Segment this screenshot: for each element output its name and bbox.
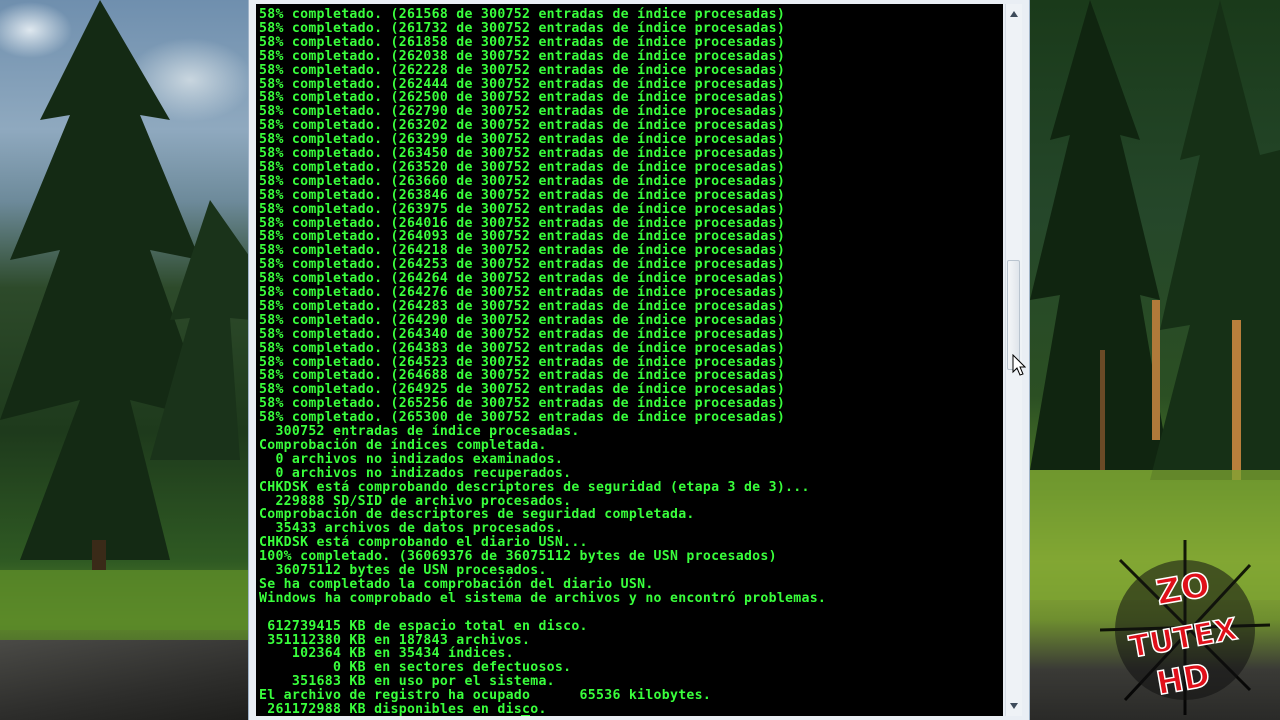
console-line: 58% completado. (264383 de 300752 entrad… xyxy=(259,340,786,356)
scroll-up-button[interactable] xyxy=(1006,6,1022,22)
console-line: 58% completado. (262038 de 300752 entrad… xyxy=(259,48,786,64)
console-line: Se ha completado la comprobación del dia… xyxy=(259,576,654,592)
mouse-pointer-icon xyxy=(1012,354,1026,376)
console-line: 58% completado. (264264 de 300752 entrad… xyxy=(259,271,786,287)
console-line: 58% completado. (263520 de 300752 entrad… xyxy=(259,159,786,175)
console-line: 58% completado. (264290 de 300752 entrad… xyxy=(259,312,786,328)
text-cursor xyxy=(521,715,531,716)
console-line: 261172988 KB disponibles en disco. xyxy=(259,702,547,717)
console-line: 58% completado. (264340 de 300752 entrad… xyxy=(259,326,786,342)
console-line: Comprobación de índices completada. xyxy=(259,437,547,453)
console-line: 58% completado. (265300 de 300752 entrad… xyxy=(259,410,786,426)
console-line: 58% completado. (261732 de 300752 entrad… xyxy=(259,20,786,36)
console-line: 58% completado. (263299 de 300752 entrad… xyxy=(259,132,786,148)
console-line: El archivo de registro ha ocupado 65536 … xyxy=(259,688,712,704)
console-line: 36075112 bytes de USN procesados. xyxy=(259,563,547,578)
pine-trees-left xyxy=(0,0,252,630)
console-line: CHKDSK está comprobando descriptores de … xyxy=(259,479,810,495)
console-output[interactable]: 58% completado. (261568 de 300752 entrad… xyxy=(256,4,1003,716)
console-line: 58% completado. (263846 de 300752 entrad… xyxy=(259,187,786,203)
console-line: 100% completado. (36069376 de 36075112 b… xyxy=(259,549,777,565)
console-line: 58% completado. (264283 de 300752 entrad… xyxy=(259,298,786,314)
console-line: 58% completado. (263450 de 300752 entrad… xyxy=(259,146,786,161)
console-line: 0 archivos no indizados examinados. xyxy=(259,451,564,467)
scroll-down-button[interactable] xyxy=(1006,698,1022,714)
console-line: 58% completado. (263660 de 300752 entrad… xyxy=(259,173,786,189)
console-line: 58% completado. (264276 de 300752 entrad… xyxy=(259,285,786,300)
console-line: 58% completado. (262228 de 300752 entrad… xyxy=(259,62,786,78)
arrow-up-icon xyxy=(1010,11,1018,17)
command-prompt-window[interactable]: 58% completado. (261568 de 300752 entrad… xyxy=(248,0,1030,720)
arrow-down-icon xyxy=(1010,703,1018,709)
console-line: Windows ha comprobado el sistema de arch… xyxy=(259,590,827,606)
console-line: 102364 KB en 35434 índices. xyxy=(259,646,514,662)
console-line: 58% completado. (263975 de 300752 entrad… xyxy=(259,201,786,217)
console-line: 300752 entradas de índice procesadas. xyxy=(259,424,580,439)
console-line: 0 archivos no indizados recuperados. xyxy=(259,465,572,481)
console-line: 58% completado. (261858 de 300752 entrad… xyxy=(259,34,786,50)
console-line: 58% completado. (261568 de 300752 entrad… xyxy=(259,7,786,22)
zo-tutex-hd-logo: ZO TUTEX HD xyxy=(1099,540,1271,715)
road-left xyxy=(0,640,252,720)
console-line: CHKDSK está comprobando el diario USN... xyxy=(259,535,588,551)
console-line: 612739415 KB de espacio total en disco. xyxy=(259,618,588,634)
wallpaper-left-forest xyxy=(0,0,252,720)
